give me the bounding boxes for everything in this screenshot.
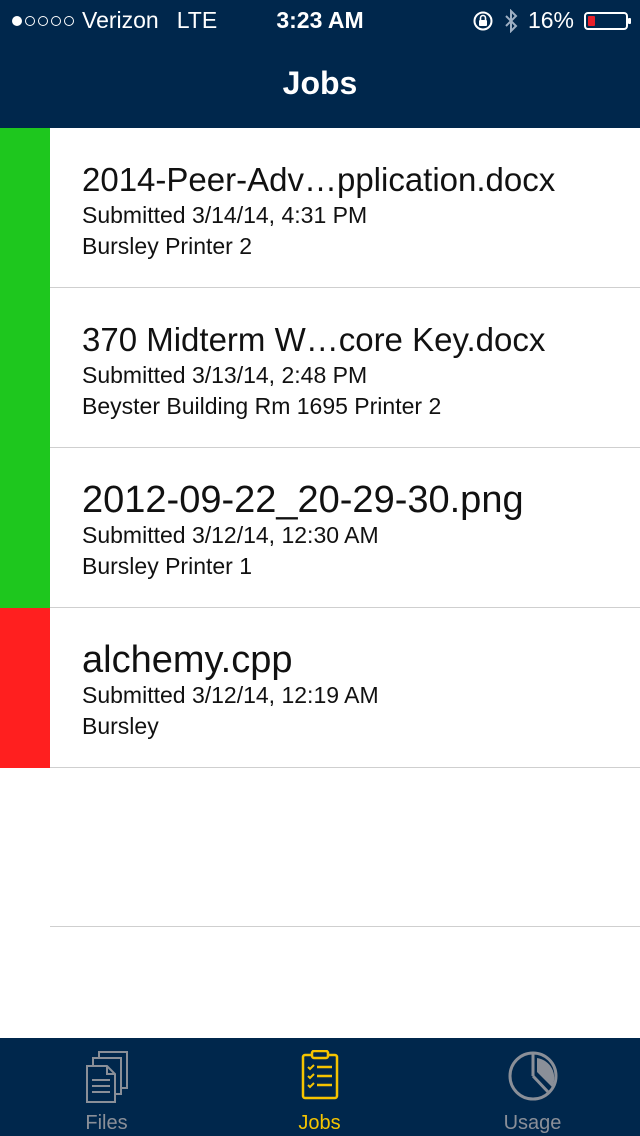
- jobs-icon: [301, 1050, 338, 1100]
- row-divider: [50, 926, 640, 927]
- pie-chart-icon: [508, 1051, 557, 1101]
- status-bar: Verizon LTE 3:23 AM 16%: [0, 0, 640, 40]
- job-row[interactable]: alchemy.cpp Submitted 3/12/14, 12:19 AM …: [0, 608, 640, 768]
- job-name: 2012-09-22_20-29-30.png: [82, 479, 524, 521]
- job-status-indicator: [0, 128, 50, 288]
- job-status-indicator: [0, 608, 50, 768]
- page-title: Jobs: [282, 65, 358, 101]
- job-printer: Bursley Printer 2: [82, 233, 253, 259]
- bluetooth-icon: [505, 8, 518, 33]
- job-row[interactable]: 2012-09-22_20-29-30.png Submitted 3/12/1…: [0, 448, 640, 608]
- jobs-list: 2014-Peer-Adv…pplication.docx Submitted …: [0, 128, 640, 768]
- job-submitted: Submitted 3/13/14, 2:48 PM: [82, 362, 368, 388]
- job-status-indicator: [0, 288, 50, 448]
- job-name: 370 Midterm W…core Key.docx: [82, 321, 546, 358]
- tab-label: Jobs: [298, 1112, 341, 1134]
- tab-files[interactable]: Files: [0, 1038, 213, 1136]
- job-submitted: Submitted 3/12/14, 12:30 AM: [82, 522, 379, 548]
- battery-percent: 16%: [527, 7, 574, 33]
- rotation-lock-icon: [473, 11, 493, 30]
- files-icon: [85, 1051, 128, 1103]
- job-printer: Beyster Building Rm 1695 Printer 2: [82, 393, 442, 419]
- tab-bar: Files Jobs Usage: [0, 1038, 640, 1136]
- tab-jobs[interactable]: Jobs: [213, 1038, 426, 1136]
- job-status-indicator: [0, 448, 50, 608]
- job-name: alchemy.cpp: [82, 639, 293, 681]
- nav-header: Verizon LTE 3:23 AM 16% Jobs: [0, 0, 640, 128]
- tab-label: Files: [85, 1112, 128, 1134]
- battery-icon: [584, 11, 631, 30]
- job-printer: Bursley: [82, 713, 159, 739]
- row-divider: [50, 767, 640, 768]
- tab-usage[interactable]: Usage: [426, 1038, 639, 1136]
- job-name: 2014-Peer-Adv…pplication.docx: [82, 161, 556, 198]
- job-printer: Bursley Printer 1: [82, 553, 253, 579]
- job-submitted: Submitted 3/14/14, 4:31 PM: [82, 202, 368, 228]
- job-row[interactable]: 370 Midterm W…core Key.docx Submitted 3/…: [0, 288, 640, 448]
- tab-label: Usage: [503, 1112, 562, 1134]
- job-row[interactable]: 2014-Peer-Adv…pplication.docx Submitted …: [0, 128, 640, 288]
- job-submitted: Submitted 3/12/14, 12:19 AM: [82, 682, 379, 708]
